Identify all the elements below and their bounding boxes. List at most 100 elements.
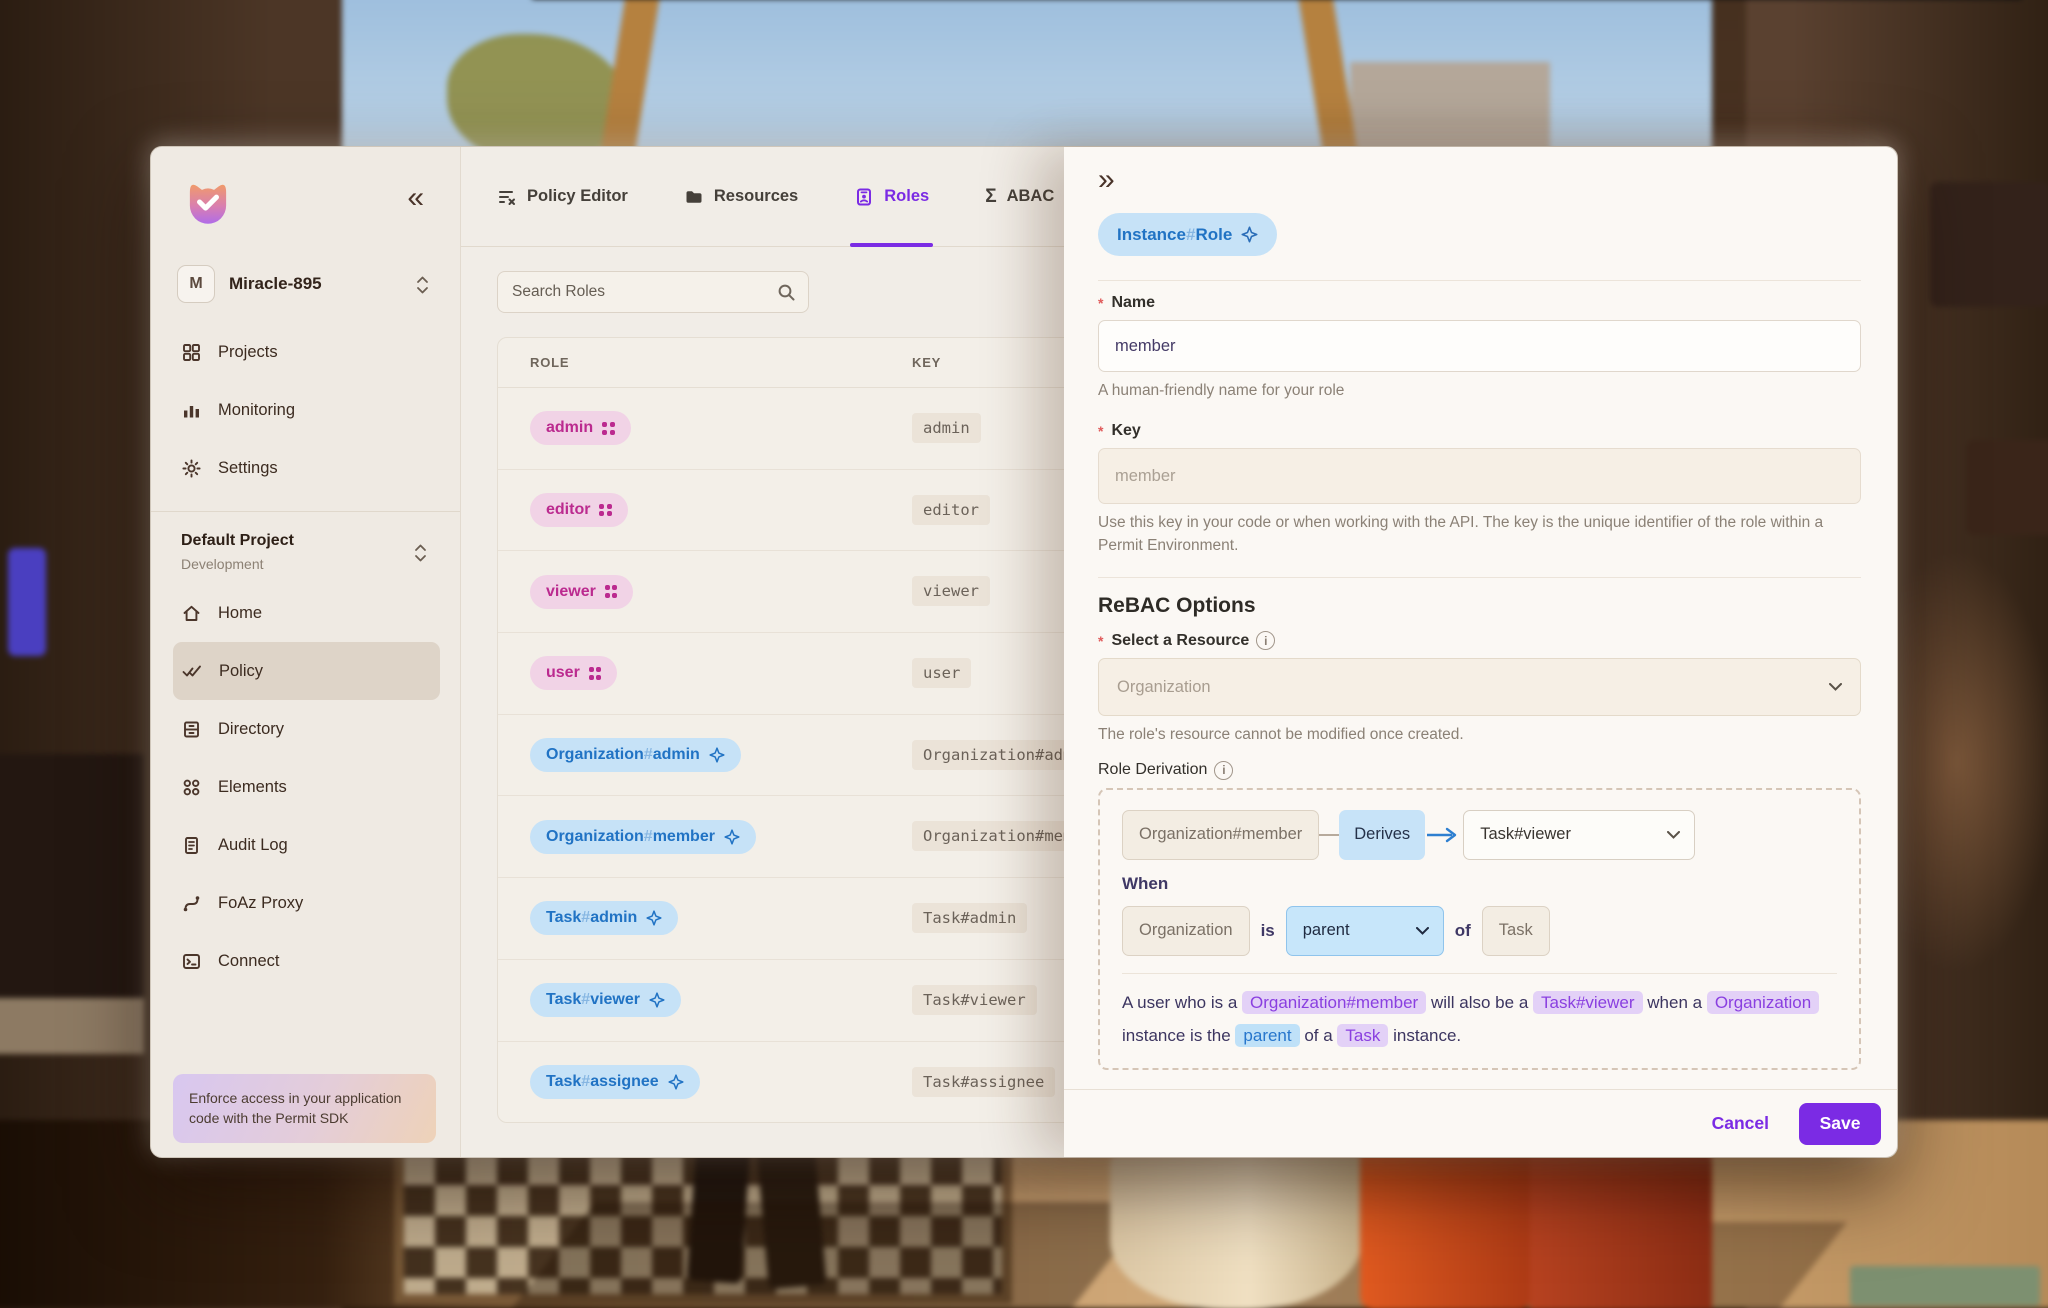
derivation-sentence: A user who is a Organization#member will… [1122, 990, 1824, 1047]
grid-icon [183, 343, 200, 361]
sidebar-item-elements[interactable]: Elements [173, 758, 440, 816]
role-badge: Organization#member [530, 819, 756, 854]
role-group-icon [599, 503, 612, 517]
project-name: Default Project [181, 532, 294, 549]
panel-footer: Cancel Save [1064, 1089, 1897, 1157]
tab-label: Roles [884, 187, 930, 205]
sidebar-item-label: Monitoring [218, 400, 296, 419]
key-input[interactable] [1098, 448, 1861, 505]
sidebar-item-label: Home [218, 603, 263, 622]
column-header-key: KEY [912, 355, 942, 370]
key-helper-text: Use this key in your code or when workin… [1098, 514, 1824, 554]
cream-cup [1110, 1150, 1362, 1308]
sidebar-item-label: Audit Log [218, 835, 288, 854]
workspace-selector[interactable]: M Miracle-895 [177, 265, 436, 303]
role-group-icon [604, 585, 618, 598]
role-badge: user [530, 656, 618, 691]
sdk-promo-card[interactable]: Enforce access in your application code … [173, 1074, 436, 1143]
sidebar-item-projects[interactable]: Projects [173, 323, 440, 381]
sidebar-item-label: Projects [218, 342, 278, 361]
sidebar-item-audit-log[interactable]: Audit Log [173, 816, 440, 874]
panel-expand-icon[interactable]: » [1098, 165, 1132, 195]
sidebar-item-foaz-proxy[interactable]: FoAz Proxy [173, 874, 440, 932]
role-badge: viewer [530, 574, 634, 609]
filter-icon [499, 190, 515, 205]
arrow-right-icon [1427, 827, 1457, 843]
bar-chart-icon [184, 405, 199, 417]
resource-helper-text: The role's resource cannot be modified o… [1098, 726, 1464, 744]
role-key: user [912, 657, 972, 688]
role-key: editor [912, 494, 990, 525]
role-editor-panel: » Instance#Role *Name A human-friendly n… [1064, 147, 1897, 1157]
relation-object-box: Task [1481, 905, 1550, 956]
save-button[interactable]: Save [1799, 1102, 1881, 1145]
tab-label: Policy Editor [527, 187, 628, 205]
double-check-icon [182, 665, 201, 676]
sidebar-item-settings[interactable]: Settings [173, 439, 440, 497]
sparkle-icon [668, 1074, 684, 1090]
four-circles-icon [183, 779, 200, 795]
derives-chip: Derives [1339, 809, 1426, 860]
panel-divider [1098, 280, 1861, 281]
name-helper-text: A human-friendly name for your role [1098, 382, 1345, 399]
cancel-button[interactable]: Cancel [1712, 1113, 1769, 1134]
sidebar-item-monitoring[interactable]: Monitoring [173, 381, 440, 439]
sparkle-icon [724, 829, 740, 845]
instance-role-badge: Instance#Role [1098, 213, 1278, 256]
derivation-target-select[interactable]: Task#viewer [1463, 809, 1696, 860]
gear-icon [182, 458, 201, 478]
tab-resources[interactable]: Resources [684, 147, 798, 246]
resource-field-label: * Select a Resource i [1098, 631, 1861, 651]
sidebar-item-directory[interactable]: Directory [173, 700, 440, 758]
connector-line [1319, 833, 1340, 836]
sidebar-item-home[interactable]: Home [173, 584, 440, 642]
project-environment: Development [181, 556, 264, 572]
search-roles-input[interactable] [512, 283, 777, 301]
permit-app-window: « M Miracle-895 Projects Monitoring Sett… [150, 146, 1898, 1158]
name-input[interactable] [1098, 320, 1861, 372]
route-icon [183, 895, 200, 911]
role-badge: Task#assignee [530, 1065, 700, 1100]
sidebar: « M Miracle-895 Projects Monitoring Sett… [151, 147, 461, 1157]
info-icon[interactable]: i [1256, 631, 1276, 651]
resource-select[interactable]: Organization [1098, 658, 1861, 717]
sidebar-item-label: Directory [218, 719, 285, 738]
rebac-options-heading: ReBAC Options [1098, 594, 1256, 618]
chevron-down-icon [1415, 926, 1429, 935]
is-label: is [1260, 920, 1275, 940]
role-key: admin [912, 412, 981, 443]
role-key: Task#admin [912, 902, 1028, 933]
derivation-divider [1122, 972, 1837, 974]
role-group-icon [588, 667, 602, 680]
blue-bottle [8, 548, 46, 656]
role-badge: admin [530, 411, 631, 446]
home-icon [183, 605, 200, 621]
workspace-avatar: M [177, 265, 215, 303]
project-selector[interactable]: Default Project Development [151, 512, 460, 572]
sidebar-item-connect[interactable]: Connect [173, 932, 440, 990]
sigma-icon: Σ [985, 185, 997, 207]
sparkle-icon [649, 992, 665, 1008]
sidebar-item-label: Connect [218, 951, 280, 970]
info-icon[interactable]: i [1214, 760, 1234, 780]
name-field-label: * Name [1098, 294, 1156, 311]
tab-policy-editor[interactable]: Policy Editor [497, 147, 628, 246]
relation-select[interactable]: parent [1285, 905, 1444, 956]
sidebar-collapse-icon[interactable]: « [407, 183, 424, 213]
green-book [1850, 1266, 2040, 1306]
tab-roles[interactable]: Roles [850, 147, 934, 247]
tab-abac[interactable]: Σ ABAC [985, 147, 1054, 246]
sidebar-item-label: Elements [218, 777, 287, 796]
sparkle-icon [1241, 226, 1258, 243]
tab-label: ABAC [1006, 187, 1055, 205]
of-label: of [1454, 920, 1471, 940]
relation-subject-box: Organization [1122, 905, 1250, 956]
chevron-down-icon [1667, 830, 1681, 839]
role-badge: editor [530, 493, 628, 528]
role-group-icon [602, 422, 615, 435]
sidebar-item-label: Policy [219, 661, 264, 680]
workspace-name: Miracle-895 [229, 274, 322, 293]
role-derivation-label: Role Derivation i [1098, 760, 1861, 780]
search-roles-box [497, 271, 809, 313]
sidebar-item-policy[interactable]: Policy [173, 642, 440, 700]
